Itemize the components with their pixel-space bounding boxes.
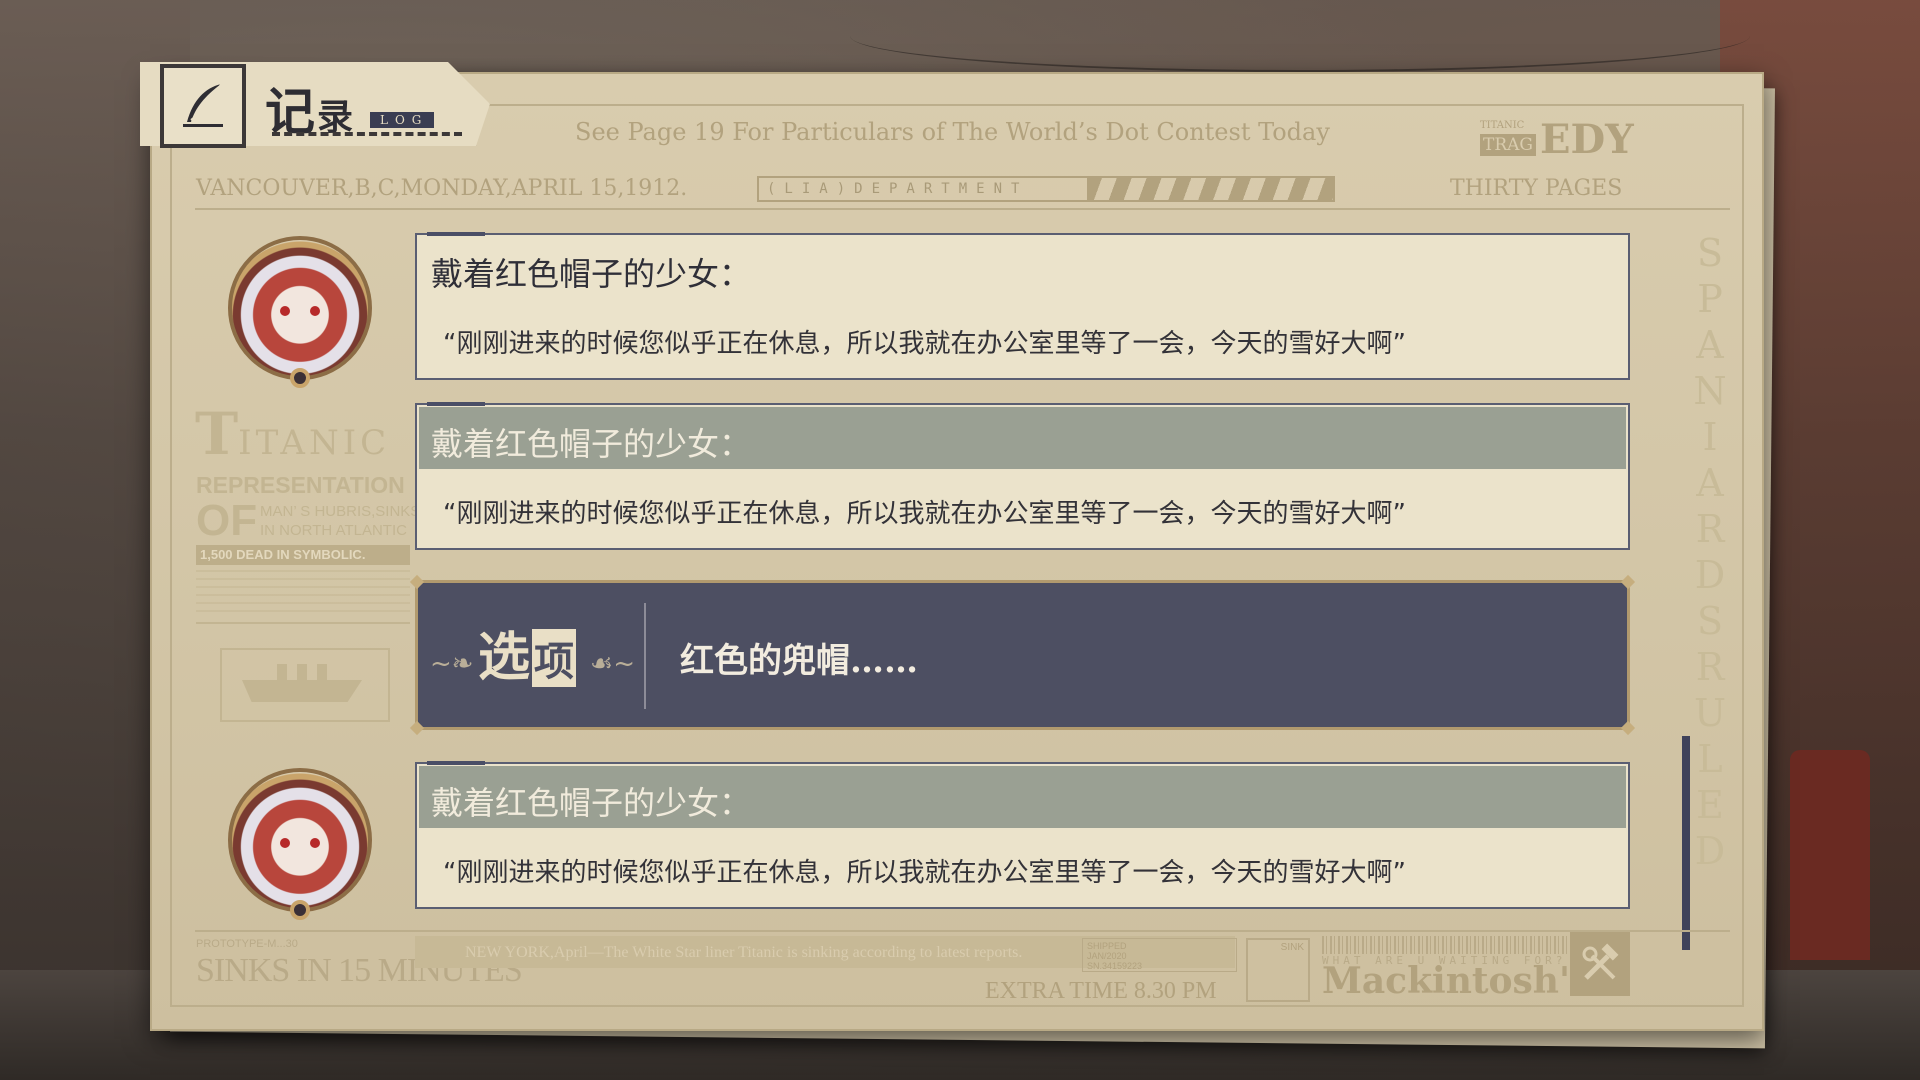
header-divider (195, 208, 1730, 210)
log-entry[interactable]: 戴着红色帽子的少女： “刚刚进来的时候您似乎正在休息，所以我就在办公室里等了一会… (415, 232, 1630, 380)
ship-funnel (317, 664, 327, 682)
speaker-name: 戴着红色帽子的少女： (431, 784, 752, 822)
log-title-underline (272, 132, 462, 136)
footer-news-text: NEW YORK,April—The White Star liner Tita… (465, 944, 1023, 961)
vertical-decor-text: SPANIARDS RULED (1693, 231, 1727, 873)
log-scrollbar-thumb[interactable] (1682, 736, 1690, 950)
trag-label: TRAG (1480, 134, 1536, 156)
side-of-subtitle-1: MAN’ S HUBRIS,SINKS (260, 503, 421, 520)
edy-label: EDY (1540, 116, 1634, 163)
shipped-date: JAN/2020 (1087, 951, 1127, 961)
choice-text: 红色的兜帽…… (680, 641, 918, 681)
footer-shipped-box: SHIPPED JAN/2020 SN.34159223 (1082, 938, 1237, 972)
choice-divider (644, 603, 646, 709)
footer-extra-time: EXTRA TIME 8.30 PM (985, 978, 1217, 1004)
ship-illustration (220, 648, 390, 722)
avatar-eyes (276, 306, 324, 316)
side-titanic-initial: T (195, 400, 239, 468)
dateline: VANCOUVER,B,C,MONDAY,APRIL 15,1912. (196, 176, 688, 201)
department-label: (LIA)DEPARTMENT (767, 181, 1029, 197)
background-postbox (1790, 750, 1870, 960)
choice-entry[interactable]: ~❧ 选项 ☙~ 红色的兜帽…… (409, 574, 1636, 736)
titanic-small-label: TITANIC (1480, 120, 1525, 131)
log-entry[interactable]: 戴着红色帽子的少女： “刚刚进来的时候您似乎正在休息，所以我就在办公室里等了一会… (415, 402, 1630, 550)
side-fine-print (196, 570, 410, 618)
speaker-avatar (228, 236, 372, 388)
footer-mackintosh: Mackintosh's (1322, 960, 1591, 1002)
shipped-label: SHIPPED (1087, 941, 1127, 951)
shipped-serial: SN.34159223 (1087, 961, 1143, 971)
log-badge: LOG (370, 112, 435, 128)
dialogue-line: “刚刚进来的时候您似乎正在休息，所以我就在办公室里等了一会，今天的雪好大啊” (443, 329, 1406, 359)
barcode-icon (1322, 936, 1570, 954)
titanic-tragedy-logo: TITANIC TRAG EDY (1480, 120, 1634, 162)
page-count: THIRTY PAGES (1450, 176, 1623, 201)
entry-accent (427, 402, 485, 406)
log-entry[interactable]: 戴着红色帽子的少女： “刚刚进来的时候您似乎正在休息，所以我就在办公室里等了一会… (415, 761, 1630, 909)
avatar-eyes (276, 838, 324, 848)
hammer-wrench-icon (1570, 932, 1630, 996)
ship-hull (242, 680, 362, 702)
side-of-subtitle-2: IN NORTH ATLANTIC (260, 522, 407, 539)
choice-label-boxed: 项 (532, 628, 577, 687)
footer-sink-box: SINK (1246, 938, 1310, 1002)
dialogue-line: “刚刚进来的时候您似乎正在休息，所以我就在办公室里等了一会，今天的雪好大啊” (443, 858, 1406, 888)
quill-icon (160, 64, 246, 148)
side-titanic-rest: ITANIC (238, 423, 391, 463)
side-of-subtitle: MAN’ S HUBRIS,SINKS IN NORTH ATLANTIC (260, 502, 420, 540)
footer-divider (195, 930, 1730, 932)
ship-funnel (277, 664, 287, 682)
side-titanic-title: TITANIC (195, 400, 390, 468)
choice-label: 选项 (478, 615, 577, 690)
side-divider (196, 622, 410, 624)
speaker-name: 戴着红色帽子的少女： (431, 425, 752, 463)
dialogue-line: “刚刚进来的时候您似乎正在休息，所以我就在办公室里等了一会，今天的雪好大啊” (443, 499, 1406, 529)
side-of: OF (196, 496, 258, 545)
flourish-left-icon: ~❧ (430, 649, 474, 679)
speaker-avatar (228, 768, 372, 920)
entry-accent (427, 232, 485, 236)
entry-accent (427, 761, 485, 765)
speaker-name: 戴着红色帽子的少女： (431, 255, 752, 293)
side-dead-bar: 1,500 DEAD IN SYMBOLIC. (196, 545, 410, 565)
newspaper-headline: See Page 19 For Particulars of The World… (575, 118, 1330, 146)
department-stripes (1087, 178, 1333, 200)
side-representation: REPRESENTATION (196, 472, 405, 498)
background-wire (850, 0, 1750, 72)
department-banner: (LIA)DEPARTMENT (757, 176, 1335, 202)
footer-prototype: PROTOTYPE-M...30 (196, 938, 298, 950)
ship-funnel (297, 664, 307, 682)
choice-label-main: 选 (478, 627, 531, 688)
flourish-right-icon: ☙~ (590, 649, 636, 679)
